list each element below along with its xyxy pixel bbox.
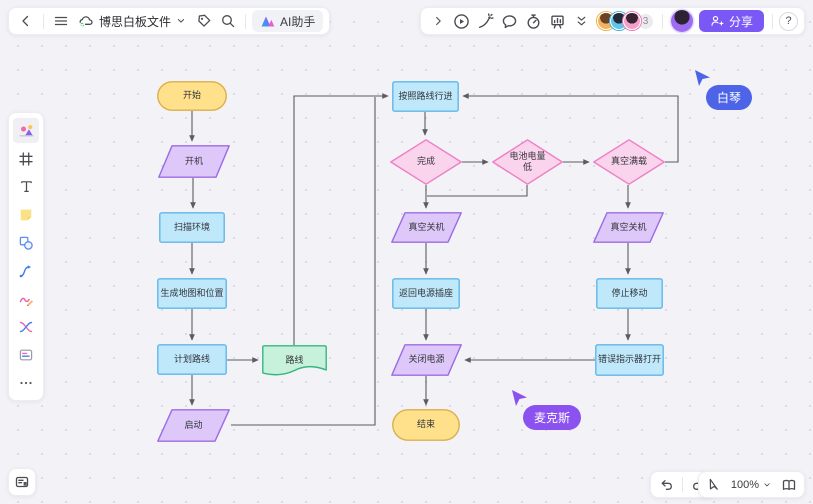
frame-tool[interactable] [13,146,39,171]
ai-assistant-button[interactable]: AI助手 [252,10,323,32]
menu-icon[interactable] [50,10,72,32]
zoom-level: 100% [731,479,759,491]
ai-logo-icon [260,14,276,29]
document-shape [262,345,327,377]
header-right-bar: 3 分享 ? [420,7,805,35]
cursor-name-label: 麦克斯 [523,405,581,430]
flow-node-done[interactable]: 完成 [390,139,462,185]
cursor-arrow-icon [692,68,712,88]
undo-button[interactable] [654,474,678,496]
flow-node-poweroff[interactable]: 关闭电源 [391,344,462,376]
flow-node-error[interactable]: 错误指示器打开 [595,344,664,376]
avatar[interactable] [623,12,641,30]
cursor-arrow-icon [509,388,529,408]
parallelogram-shape [593,212,664,243]
divider [43,14,44,29]
flow-node-scan[interactable]: 扫描环境 [159,212,225,243]
comment-icon[interactable] [499,10,521,32]
more-tools[interactable] [13,370,39,395]
parallelogram-shape [158,145,230,178]
flow-node-map[interactable]: 生成地图和位置 [157,278,227,309]
diamond-shape [390,139,462,185]
pointer-tool-icon[interactable] [702,474,726,496]
timer-icon[interactable] [523,10,545,32]
connector-tool[interactable] [13,258,39,283]
divider [662,14,663,29]
search-icon[interactable] [217,10,239,32]
current-user-avatar[interactable] [671,10,693,32]
flow-node-full[interactable]: 真空满载 [593,139,665,185]
rect-shape [159,212,225,243]
rect-shape [595,344,664,376]
help-glyph: ? [785,15,791,27]
tools-sidebar [8,112,44,401]
flow-node-vacoff1[interactable]: 真空关机 [391,212,462,243]
header-left-bar: 博思白板文件 AI助手 [8,7,330,35]
stadium-shape [392,409,460,441]
stadium-shape [157,81,227,111]
panel-toggle-button[interactable] [8,468,36,496]
caret-down-icon [762,480,772,490]
collaborator-avatars[interactable]: 3 [595,12,656,30]
diamond-shape [492,139,563,185]
tag-icon[interactable] [193,10,215,32]
rect-shape [392,81,459,112]
document-title-text: 博思白板文件 [99,13,171,30]
pen-tool[interactable] [13,286,39,311]
share-button[interactable]: 分享 [699,10,764,32]
document-title[interactable]: 博思白板文件 [74,13,191,30]
ai-assistant-label: AI助手 [280,13,315,30]
remote-cursor-user-baiqin: 白琴 [692,68,712,93]
minimap-button[interactable] [777,474,801,496]
flow-node-battery[interactable]: 电池电量低 [492,139,563,185]
parallelogram-shape [391,212,462,243]
card-tool[interactable] [13,342,39,367]
flow-node-start[interactable]: 开始 [157,81,227,111]
help-button[interactable]: ? [779,12,798,31]
flow-node-plan[interactable]: 计划路线 [157,344,227,375]
parallelogram-shape [391,344,462,376]
view-bar: 100% [698,471,805,498]
expand-icon[interactable] [427,10,449,32]
flow-node-follow[interactable]: 按照路线行进 [392,81,459,112]
flow-edge-battery-vacoff1 [427,185,527,196]
flow-node-launch[interactable]: 启动 [157,409,230,442]
rect-shape [157,278,227,309]
flow-node-vacoff2[interactable]: 真空关机 [593,212,664,243]
rect-shape [596,278,663,309]
parallelogram-shape [157,409,230,442]
mindmap-tool[interactable] [13,314,39,339]
zoom-control[interactable]: 100% [726,479,777,491]
diamond-shape [593,139,665,185]
text-tool[interactable] [13,174,39,199]
templates-tool[interactable] [13,118,39,143]
back-button[interactable] [15,10,37,32]
flow-edge-route-follow [294,96,388,345]
share-button-label: 分享 [729,13,753,30]
divider [245,14,246,29]
flow-node-stop[interactable]: 停止移动 [596,278,663,309]
flow-node-poweron[interactable]: 开机 [158,145,230,178]
flow-node-end[interactable]: 结束 [392,409,460,441]
rect-shape [392,278,460,309]
divider [772,14,773,29]
person-plus-icon [710,14,724,28]
present-play-icon[interactable] [451,10,473,32]
cloud-sync-icon [78,13,95,29]
chart-board-icon[interactable] [547,10,569,32]
caret-down-icon [175,15,187,27]
laser-pointer-icon[interactable] [475,10,497,32]
cursor-name-label: 白琴 [706,85,752,110]
remote-cursor-user-maikesi: 麦克斯 [509,388,529,413]
rect-shape [157,344,227,375]
divider [682,477,683,492]
shapes-tool[interactable] [13,230,39,255]
flow-node-return[interactable]: 返回电源插座 [392,278,460,309]
sticky-note-tool[interactable] [13,202,39,227]
flow-node-route[interactable]: 路线 [262,345,327,377]
whiteboard-canvas[interactable]: 开始开机扫描环境生成地图和位置计划路线 路线启动 按照路线行进完成电池电量低真空满载… [0,0,813,504]
collapse-icon[interactable] [571,10,593,32]
